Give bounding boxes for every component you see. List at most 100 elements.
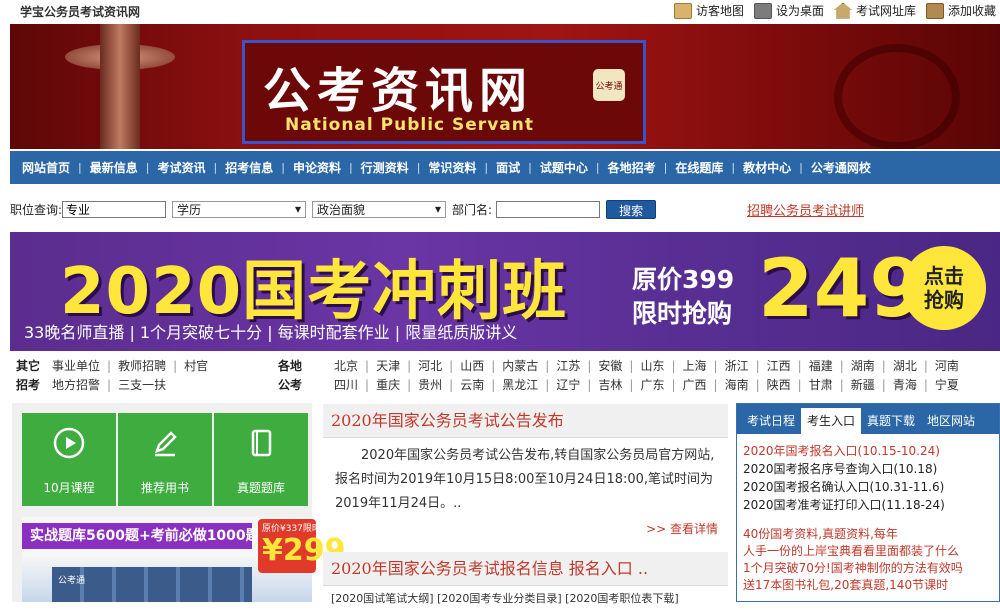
pillar-decoration: [100, 24, 140, 149]
category-link[interactable]: 吉林: [598, 376, 622, 393]
category-link[interactable]: 河北: [418, 357, 442, 374]
category-link[interactable]: 辽宁: [556, 376, 580, 393]
category-link[interactable]: 山东: [640, 357, 664, 374]
category-link[interactable]: 青海: [893, 376, 917, 393]
category-link[interactable]: 河南: [935, 357, 959, 374]
news-title-1[interactable]: 2020年国家公务员考试公告发布: [323, 404, 728, 438]
category-link[interactable]: 天津: [376, 357, 400, 374]
search-button[interactable]: 搜索: [606, 199, 657, 219]
panel-tab[interactable]: 真题下载: [861, 408, 921, 434]
entry-link[interactable]: 2020国考报名序号查询入口(10.18): [743, 460, 993, 478]
news-more-link[interactable]: >> 查看详情: [646, 520, 718, 537]
category-link[interactable]: 地方招警: [52, 376, 100, 393]
category-link[interactable]: 宁夏: [935, 376, 959, 393]
candidate-panel: 考试日程 考生入口 真题下载 地区网站 2020年国考报名入口(10.15-10.24…: [736, 403, 1000, 602]
set-desktop-link[interactable]: 设为桌面: [753, 2, 824, 19]
entry-link[interactable]: 2020国考准考证打印入口(11.18-24): [743, 496, 993, 514]
category-link[interactable]: 贵州: [418, 376, 442, 393]
category-divider: |: [365, 377, 370, 392]
category-link[interactable]: 江西: [767, 357, 791, 374]
category-link[interactable]: 江苏: [556, 357, 580, 374]
major-input[interactable]: [62, 200, 167, 218]
top-links: 访客地图 设为桌面 考试网址库 添加收藏: [673, 2, 996, 19]
promo-line-link[interactable]: 40份国考资料,真题资料,每年: [743, 526, 993, 543]
nav-separator: |: [416, 161, 421, 174]
category-link[interactable]: 陕西: [767, 376, 791, 393]
category-link[interactable]: 广西: [683, 376, 707, 393]
add-favorite-link[interactable]: 添加收藏: [925, 2, 996, 19]
nav-item[interactable]: 常识资料: [428, 159, 476, 176]
exam-url-link[interactable]: 考试网址库: [833, 2, 916, 19]
civil-exam-label: 公考: [278, 378, 303, 392]
category-link[interactable]: 重庆: [376, 376, 400, 393]
nav-item[interactable]: 网站首页: [22, 159, 70, 176]
category-link[interactable]: 海南: [725, 376, 749, 393]
entry-link[interactable]: 2020国考报名确认入口(10.31-11.6): [743, 478, 993, 496]
promo-line-link[interactable]: 送17本图书礼包,20套真题,140节课时: [743, 577, 993, 594]
pencil-icon: [155, 431, 177, 457]
nav-item[interactable]: 公考通网校: [811, 159, 871, 176]
category-link[interactable]: 甘肃: [809, 376, 833, 393]
nav-item[interactable]: 行测资料: [361, 159, 409, 176]
set-desktop-label: 设为桌面: [775, 4, 824, 18]
nav-item[interactable]: 面试: [496, 159, 520, 176]
entry-link[interactable]: 2020年国考报名入口(10.15-10.24): [743, 442, 993, 460]
books-tile-label: 推荐用书: [140, 481, 189, 495]
education-select[interactable]: 学历 ▾: [172, 200, 307, 218]
question-bank-tile[interactable]: 真题题库: [214, 413, 308, 506]
category-link[interactable]: 福建: [809, 357, 833, 374]
category-link[interactable]: 浙江: [725, 357, 749, 374]
recruit-lecturer-link[interactable]: 招聘公务员考试讲师: [747, 200, 864, 219]
news-title-2[interactable]: 2020年国家公务员考试报名信息 报名入口 ..: [323, 552, 728, 586]
category-link[interactable]: 北京: [334, 357, 358, 374]
nav-item[interactable]: 申论资料: [293, 159, 341, 176]
category-link[interactable]: 上海: [683, 357, 707, 374]
category-link[interactable]: 山西: [460, 357, 484, 374]
nav-separator: |: [145, 161, 150, 174]
visitor-map-link[interactable]: 访客地图: [673, 2, 744, 19]
political-select[interactable]: 政治面貌 ▾: [312, 200, 447, 218]
panel-tab[interactable]: 地区网站: [921, 408, 981, 434]
site-name: 学宝公务员考试资讯网: [20, 5, 141, 19]
nav-separator: |: [799, 161, 803, 174]
panel-tab[interactable]: 考试日程: [741, 408, 801, 434]
course-tile[interactable]: 10月课程: [22, 413, 116, 506]
category-link[interactable]: 四川: [334, 376, 358, 393]
dept-input[interactable]: [496, 200, 601, 218]
category-divider: |: [407, 358, 412, 373]
category-divider: |: [881, 377, 886, 392]
category-link[interactable]: 黑龙江: [502, 376, 538, 393]
promo-line-link[interactable]: 人手一份的上岸宝典看看里面都装了什么: [743, 543, 993, 560]
category-link[interactable]: 湖北: [893, 357, 917, 374]
category-link[interactable]: 三支一扶: [118, 376, 166, 393]
category-divider: |: [797, 358, 802, 373]
nav-item[interactable]: 试题中心: [540, 159, 588, 176]
books-tile[interactable]: 推荐用书: [118, 413, 212, 506]
promo-buy-button[interactable]: 点击抢购: [902, 246, 986, 330]
nav-item[interactable]: 考试资讯: [157, 159, 205, 176]
category-link[interactable]: 村官: [184, 357, 208, 374]
promo-limited: 限时抢购: [632, 299, 733, 328]
nav-item[interactable]: 教材中心: [743, 159, 791, 176]
nav-item[interactable]: 最新信息: [90, 159, 138, 176]
nav-item[interactable]: 在线题库: [675, 159, 723, 176]
news-sub-links[interactable]: [2020国试笔试大纲] [2020国考专业分类目录] [2020国考职位表下载…: [323, 586, 728, 610]
category-link[interactable]: 安徽: [598, 357, 622, 374]
category-link[interactable]: 内蒙古: [502, 357, 538, 374]
site-logo[interactable]: 公考资讯网 公考通 National Public Servant: [242, 40, 646, 144]
category-divider: |: [671, 377, 676, 392]
panel-tab[interactable]: 考生入口: [801, 408, 862, 434]
nav-item[interactable]: 各地招考: [608, 159, 656, 176]
question-bank-banner[interactable]: 实战题库5600题+考前必做1000题 原价¥337限时特惠 ¥299 公考通: [22, 517, 346, 602]
political-select-value: 政治面貌: [317, 202, 366, 217]
category-link[interactable]: 事业单位: [52, 357, 100, 374]
category-link[interactable]: 教师招聘: [118, 357, 166, 374]
region-label: 各地: [278, 359, 303, 373]
category-link[interactable]: 广东: [640, 376, 664, 393]
promo-banner[interactable]: 2020国考冲刺班 33晚名师直播 | 1个月突破七十分 | 每课时配套作业 |…: [10, 232, 1000, 351]
category-link[interactable]: 湖南: [851, 357, 875, 374]
nav-item[interactable]: 招考信息: [225, 159, 273, 176]
promo-line-link[interactable]: 1个月突破70分!国考神制你的方法有效吗: [743, 560, 993, 577]
category-link[interactable]: 新疆: [851, 376, 875, 393]
category-link[interactable]: 云南: [460, 376, 484, 393]
